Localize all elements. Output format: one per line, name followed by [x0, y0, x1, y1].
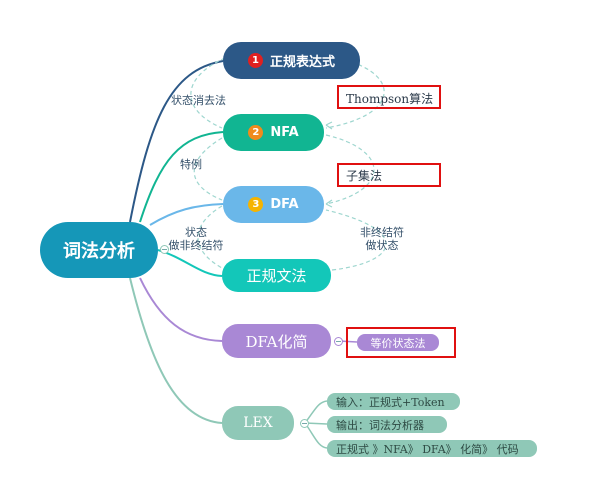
node-regex-label: 正规表达式: [269, 55, 335, 70]
leaf-equivalent-state[interactable]: 等价状态法: [357, 334, 439, 351]
relation-nonterm-line1: 非终结符: [360, 226, 404, 239]
root-node[interactable]: 词法分析: [40, 222, 158, 278]
link-root-grammar: [157, 249, 223, 277]
relation-state-line2: 做非终结符: [168, 239, 224, 252]
node-dfa-minimization[interactable]: DFA化简: [222, 324, 331, 358]
link-root-nfa: [139, 131, 224, 223]
priority-2-icon: 2: [248, 125, 264, 140]
node-regex[interactable]: 1 正规表达式: [223, 42, 360, 79]
link-root-lex: [129, 277, 223, 424]
link-root-regex: [129, 60, 224, 223]
lex-collapse-toggle[interactable]: [300, 419, 309, 428]
link-root-dfamin: [139, 277, 223, 342]
node-dfa-label: DFA: [270, 197, 299, 212]
relation-special-case[interactable]: 特例: [180, 158, 202, 171]
dfamin-collapse-toggle[interactable]: [334, 337, 343, 346]
leaf-lex-input[interactable]: 输入：正规式+Token: [327, 393, 460, 410]
link-root-dfa: [149, 203, 224, 226]
node-grammar-label: 正规文法: [246, 267, 307, 285]
link-regex-nfa-elim: [190, 57, 226, 129]
node-regular-grammar[interactable]: 正规文法: [222, 259, 331, 292]
relation-state-as-nonterminal[interactable]: 状态 做非终结符: [166, 226, 226, 252]
node-nfa-label: NFA: [270, 125, 299, 140]
relation-state-elimination[interactable]: 状态消去法: [171, 94, 226, 107]
arrowhead-thompson: [325, 121, 333, 130]
link-lex-input: [304, 400, 328, 424]
relation-nonterm-line2: 做状态: [365, 239, 399, 252]
priority-1-icon: 1: [247, 53, 263, 68]
priority-3-icon: 3: [248, 197, 264, 212]
node-dfamin-label: DFA化简: [245, 332, 308, 351]
relation-subset[interactable]: 子集法: [346, 167, 382, 184]
node-lex[interactable]: LEX: [222, 406, 294, 440]
node-nfa[interactable]: 2 NFA: [223, 114, 324, 151]
leaf-lex-pipeline[interactable]: 正规式 》NFA》 DFA》 化简》 代码: [327, 440, 537, 457]
node-lex-label: LEX: [243, 415, 273, 431]
node-dfa[interactable]: 3 DFA: [223, 186, 324, 223]
relation-state-line1: 状态: [185, 226, 207, 239]
root-label: 词法分析: [63, 241, 135, 262]
leaf-lex-output[interactable]: 输出：词法分析器: [327, 416, 447, 433]
arrowhead-subset: [325, 199, 333, 208]
relation-nonterminal-as-state[interactable]: 非终结符 做状态: [360, 226, 404, 252]
link-lex-flow: [304, 422, 328, 449]
relation-thompson[interactable]: Thompson算法: [346, 90, 433, 107]
